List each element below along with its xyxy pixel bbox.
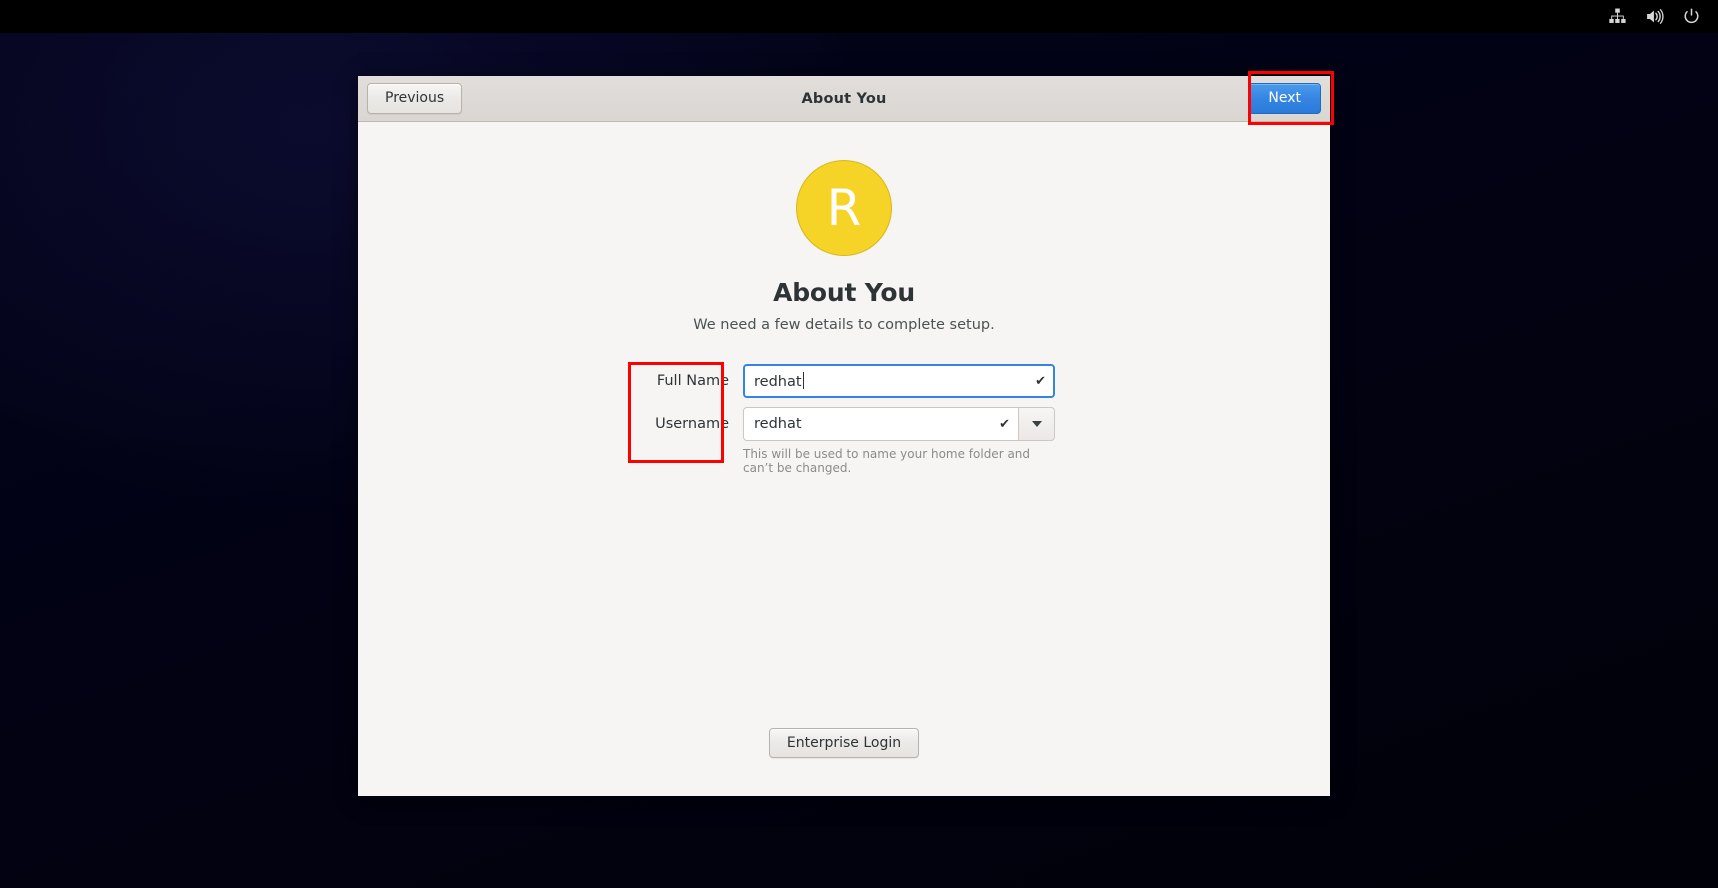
power-icon[interactable] [1681, 7, 1701, 27]
window-headerbar: Previous About You Next [358, 76, 1330, 122]
desktop-background: Previous About You Next R About You We n… [0, 0, 1718, 888]
gnome-initial-setup-window: Previous About You Next R About You We n… [358, 76, 1330, 796]
username-dropdown-button[interactable] [1018, 407, 1055, 441]
chevron-down-icon [1031, 421, 1042, 427]
next-button[interactable]: Next [1248, 83, 1321, 114]
system-tray [1607, 7, 1718, 27]
username-valid-check-icon: ✔ [999, 416, 1010, 432]
page-title: About You [773, 278, 915, 307]
full-name-valid-check-icon: ✔ [1035, 373, 1046, 389]
headerbar-title: About You [801, 90, 887, 107]
username-label: Username [655, 416, 729, 432]
text-caret [802, 372, 804, 389]
username-value: redhat [754, 416, 802, 432]
username-combo: redhat ✔ [743, 407, 1055, 441]
enterprise-login-area: Enterprise Login [358, 727, 1330, 758]
top-panel [0, 0, 1718, 33]
form-row-gap [633, 398, 1055, 407]
about-you-form: Full Name redhat ✔ Username redhat ✔ Thi… [633, 364, 1055, 475]
page-subtitle: We need a few details to complete setup. [693, 317, 995, 333]
network-wired-icon[interactable] [1607, 7, 1627, 27]
full-name-label: Full Name [656, 373, 729, 389]
page-content: R About You We need a few details to com… [358, 122, 1330, 796]
avatar-initial: R [826, 179, 862, 237]
username-input[interactable]: redhat ✔ [743, 407, 1018, 441]
volume-icon[interactable] [1644, 7, 1664, 27]
enterprise-login-button[interactable]: Enterprise Login [768, 727, 920, 758]
username-hint: This will be used to name your home fold… [743, 447, 1031, 476]
full-name-value: redhat [754, 374, 802, 390]
previous-button[interactable]: Previous [367, 83, 463, 114]
full-name-input[interactable]: redhat ✔ [743, 364, 1055, 398]
avatar[interactable]: R [796, 160, 892, 256]
